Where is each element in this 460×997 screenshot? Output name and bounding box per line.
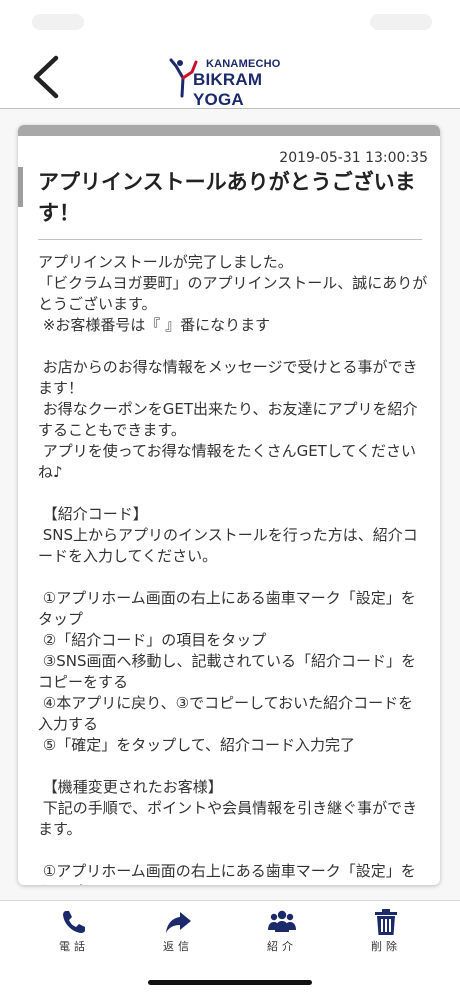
tab-phone[interactable]: 電話 bbox=[34, 901, 114, 963]
message-line: アプリインストールが完了しました。 bbox=[38, 253, 293, 271]
users-icon bbox=[268, 910, 296, 932]
tab-delete[interactable]: 削除 bbox=[346, 901, 426, 963]
message-line: ⑤「確定」をタップして、紹介コード入力完了 bbox=[38, 736, 356, 754]
logo-main-text: BIKRAM YOGA bbox=[193, 70, 263, 109]
message-line: ②「紹介コード」の項目をタップ bbox=[38, 631, 267, 649]
tab-reply-label: 返信 bbox=[163, 940, 193, 953]
message-body: アプリインストールが完了しました。「ビクラムヨガ要町」のアプリインストール、誠に… bbox=[38, 252, 428, 885]
title-accent-bar bbox=[18, 167, 23, 207]
tab-delete-label: 削除 bbox=[371, 940, 401, 953]
message-line: ③SNS画面へ移動し、記載されている「紹介コード」をコピーをする bbox=[38, 652, 417, 691]
message-line: 【機種変更されたお客様】 bbox=[38, 778, 223, 796]
message-line: SNS上からアプリのインストールを行った方は、紹介コードを入力してください。 bbox=[38, 526, 418, 565]
message-line: お得なクーポンをGET出来たり、お友達にアプリを紹介することもできます。 bbox=[38, 400, 418, 439]
reply-icon bbox=[166, 912, 191, 933]
tab-introduce[interactable]: 紹介 bbox=[242, 901, 322, 963]
tab-reply[interactable]: 返信 bbox=[138, 901, 218, 963]
status-bar-time-blurred bbox=[32, 14, 84, 30]
message-line: 下記の手順で、ポイントや会員情報を引き継ぐ事ができます。 bbox=[38, 799, 418, 838]
logo-top-text: KANAMECHO bbox=[206, 58, 281, 70]
message-line: 「ビクラムヨガ要町」のアプリインストール、誠にありがとうございます。 bbox=[38, 274, 428, 313]
message-card: 2019-05-31 13:00:35 アプリインストールありがとうございます！… bbox=[18, 125, 440, 885]
card-top-bar bbox=[18, 125, 440, 136]
trash-icon bbox=[375, 909, 397, 935]
chevron-left-icon bbox=[33, 55, 59, 99]
tab-phone-label: 電話 bbox=[59, 940, 89, 953]
back-button[interactable] bbox=[22, 52, 72, 102]
status-bar bbox=[0, 0, 460, 46]
message-line: 【紹介コード】 bbox=[38, 505, 148, 523]
message-title: アプリインストールありがとうございます！ bbox=[38, 170, 416, 225]
message-line: ④本アプリに戻り、③でコピーしておいた紹介コードを入力する bbox=[38, 694, 414, 733]
message-line: ※お客様番号は『 』番になります bbox=[38, 316, 271, 334]
message-date: 2019-05-31 13:00:35 bbox=[279, 150, 428, 166]
tab-introduce-label: 紹介 bbox=[267, 940, 297, 953]
message-line: お店からのお得な情報をメッセージで受けとる事ができます！ bbox=[38, 358, 418, 397]
navigation-header: KANAMECHO BIKRAM YOGA bbox=[0, 46, 460, 109]
app-logo: KANAMECHO BIKRAM YOGA bbox=[168, 56, 298, 109]
message-line: ①アプリホーム画面の右上にある歯車マーク「設定」をタップ bbox=[38, 589, 416, 628]
message-line: ①アプリホーム画面の右上にある歯車マーク「設定」をタップ bbox=[38, 862, 416, 885]
title-divider bbox=[38, 239, 422, 240]
status-bar-icons-blurred bbox=[370, 14, 432, 30]
message-line: アプリを使ってお得な情報をたくさんGETしてくださいね♪ bbox=[38, 442, 416, 481]
home-indicator bbox=[148, 980, 312, 985]
phone-icon bbox=[63, 911, 85, 933]
